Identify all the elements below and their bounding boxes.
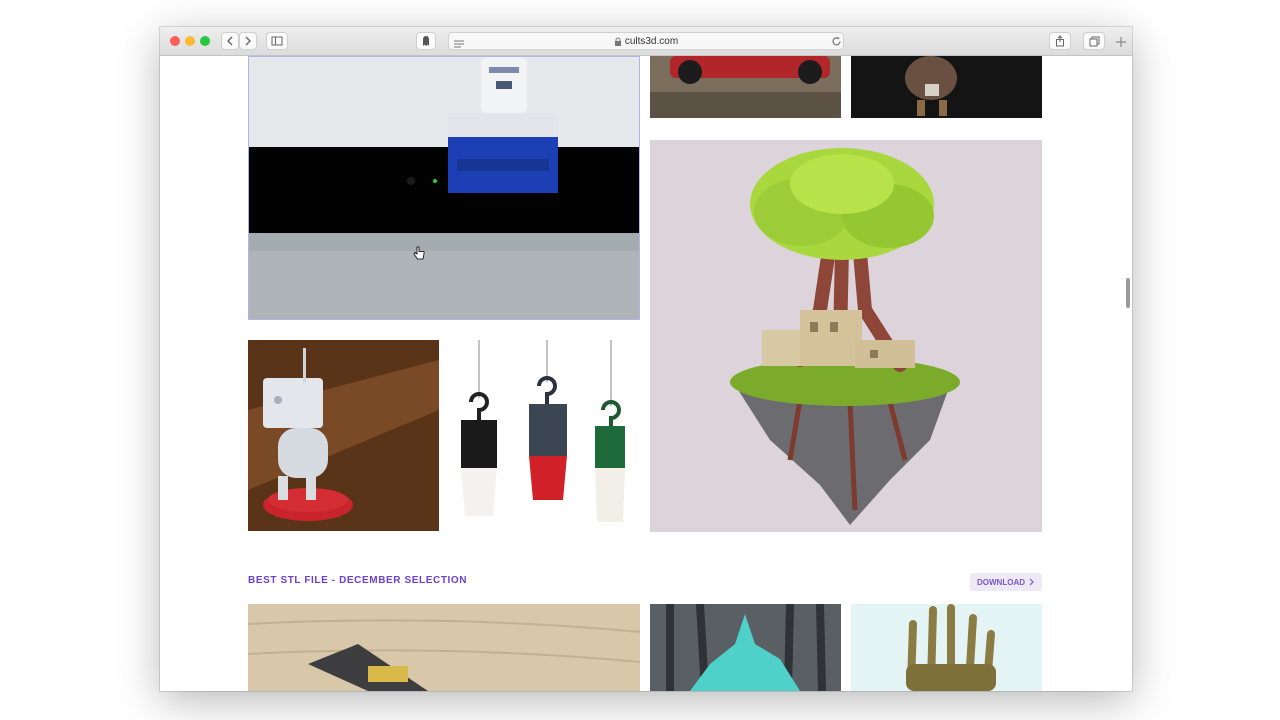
reload-icon (832, 36, 841, 46)
share-button[interactable] (1049, 32, 1071, 50)
hanging-lanterns-model[interactable] (449, 340, 640, 531)
sidebar-icon (271, 36, 283, 46)
reload-button[interactable] (831, 34, 842, 52)
chevron-right-icon (1029, 578, 1034, 586)
reader-button[interactable] (454, 36, 464, 54)
sidebar-button[interactable] (266, 32, 288, 50)
url-text: cults3d.com (624, 35, 679, 47)
teal-sculpture-image (650, 604, 841, 691)
new-tab-button[interactable] (1115, 35, 1127, 53)
reader-icon (454, 40, 464, 48)
lock-icon (614, 37, 621, 46)
share-icon (1056, 35, 1064, 47)
floating-island-tree-model[interactable] (650, 140, 1042, 532)
minimize-window-button[interactable] (185, 36, 195, 46)
page-content: BEST STL FILE - DECEMBER SELECTION DOWNL… (160, 56, 1132, 691)
extension-button[interactable] (416, 32, 436, 50)
ghostery-icon (423, 36, 429, 46)
browser-window: cults3d.com BEST STL FILE - DECEMBER SEL… (160, 27, 1132, 691)
figurine-model[interactable] (851, 56, 1042, 118)
forward-button[interactable] (239, 32, 257, 50)
tabs-icon (1089, 36, 1099, 46)
download-button-label: DOWNLOAD (977, 577, 1025, 587)
wood-printer-part-model[interactable] (248, 604, 640, 691)
plus-icon (1116, 37, 1126, 47)
download-button[interactable]: DOWNLOAD (970, 573, 1042, 591)
rc-car-image (650, 56, 841, 118)
back-button[interactable] (221, 32, 239, 50)
wood-printer-part-image (248, 604, 640, 691)
tv-head-robot-model[interactable] (248, 340, 439, 531)
rc-car-model[interactable] (650, 56, 841, 118)
chevron-left-icon (227, 36, 233, 46)
zoom-window-button[interactable] (200, 36, 210, 46)
scrollbar-thumb[interactable] (1126, 278, 1130, 308)
skeleton-hand-image (851, 604, 1042, 691)
hand-pointer-icon (413, 246, 425, 260)
browser-toolbar: cults3d.com (160, 27, 1132, 56)
hanging-lanterns-image (461, 340, 625, 522)
skeleton-hand-model[interactable] (851, 604, 1042, 691)
floating-island-image (650, 140, 1042, 532)
r2d2-printer-model[interactable] (248, 56, 640, 320)
show-tabs-button[interactable] (1083, 32, 1105, 50)
teal-sculpture-model[interactable] (650, 604, 841, 691)
r2d2-printer-image (249, 57, 639, 319)
tv-head-robot-image (248, 340, 439, 531)
section-title: BEST STL FILE - DECEMBER SELECTION (248, 575, 468, 586)
close-window-button[interactable] (170, 36, 180, 46)
address-bar[interactable]: cults3d.com (448, 32, 844, 50)
chevron-right-icon (245, 36, 251, 46)
mouse-cursor (413, 246, 425, 265)
figurine-image (851, 56, 1042, 118)
